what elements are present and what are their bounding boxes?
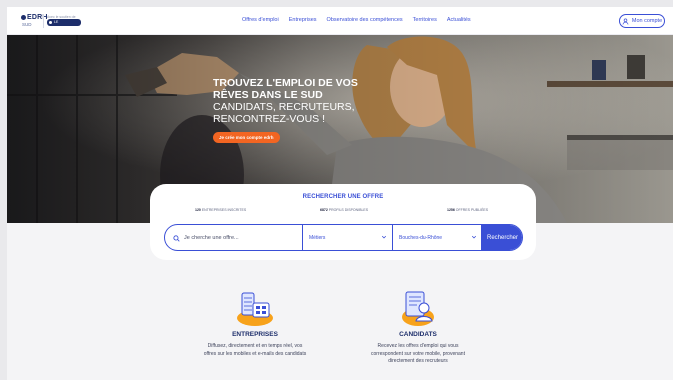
nav-item-territoires[interactable]: Territoires	[413, 17, 437, 23]
search-input[interactable]	[184, 234, 294, 241]
stat-label: OFFRES PUBLIÉES	[455, 208, 489, 212]
hero-subtitle-line1: CANDIDATS, RECRUTEURS,	[213, 101, 355, 113]
search-title: RECHERCHER UNE OFFRE	[302, 194, 384, 200]
stats-row: 120 ENTREPRISES INSCRITES 6872 PROFILS D…	[150, 208, 536, 214]
location-select[interactable]: Bouches-du-Rhône	[393, 225, 481, 250]
feature-desc-line: offres sur les mobiles et e-mails des ca…	[203, 350, 307, 357]
user-icon	[622, 18, 629, 25]
stat-label: ENTREPRISES INSCRITES	[201, 208, 247, 212]
nav-item-observatoire[interactable]: Observatoire des compétences	[327, 17, 403, 23]
nav-item-offres[interactable]: Offres d'emploi	[242, 17, 279, 23]
hero-text: TROUVEZ L'EMPLOI DE VOS RÊVES DANS LE SU…	[213, 77, 383, 144]
stat-profils: 6872 PROFILS DISPONIBLES	[320, 208, 368, 212]
logo-mark-icon	[21, 15, 26, 20]
chevron-down-icon	[381, 234, 387, 242]
stat-entreprises: 120 ENTREPRISES INSCRITES	[195, 208, 246, 212]
job-select[interactable]: Métiers	[303, 225, 392, 250]
hero-title-line2: RÊVES DANS LE SUD	[213, 89, 323, 101]
site-header: EDRH SUD Avec le soutien de LE DÉPARTEME…	[7, 7, 673, 35]
stat-offres: 1256 OFFRES PUBLIÉES	[447, 208, 488, 212]
feature-desc-line: directement des recruteurs	[388, 358, 448, 364]
feature-desc-line: correspondent sur votre mobile, provenan…	[371, 350, 465, 357]
query-field[interactable]	[165, 225, 302, 250]
account-label: Mon compte	[631, 18, 663, 24]
job-select-value: Métiers	[309, 234, 326, 241]
stat-count: 120	[195, 208, 201, 212]
feature-desc-line: Recevez les offres d'emploi qui vous	[377, 343, 459, 349]
chevron-down-icon	[471, 234, 477, 242]
buildings-icon	[180, 287, 330, 327]
search-bar: Métiers Bouches-du-Rhône Rechercher	[164, 224, 523, 251]
nav-item-entreprises[interactable]: Entreprises	[289, 17, 317, 23]
partner-badge: LE DÉPARTEMENT	[47, 19, 81, 31]
candidate-cv-icon	[343, 287, 493, 327]
create-account-button[interactable]: Je crée mon compte edrh	[213, 132, 280, 143]
stat-count: 1256	[447, 208, 455, 212]
browser-viewport: EDRH SUD Avec le soutien de LE DÉPARTEME…	[7, 7, 673, 380]
account-button[interactable]: Mon compte	[619, 14, 665, 28]
feature-description: Diffusez, directement et en temps réel, …	[180, 343, 330, 358]
search-icon	[173, 229, 180, 247]
stat-label: PROFILS DISPONIBLES	[328, 208, 369, 212]
search-card: RECHERCHER UNE OFFRE 120 ENTREPRISES INS…	[150, 184, 536, 260]
nav-item-actualites[interactable]: Actualités	[447, 17, 471, 23]
feature-candidats: CANDIDATS Recevez les offres d'emploi qu…	[343, 287, 493, 366]
feature-desc-line: Diffusez, directement et en temps réel, …	[207, 343, 303, 349]
feature-entreprises: ENTREPRISES Diffusez, directement et en …	[180, 287, 330, 358]
feature-title: CANDIDATS	[399, 331, 437, 338]
hero-subtitle-line2: RENCONTREZ-VOUS !	[213, 113, 326, 125]
search-submit-button[interactable]: Rechercher	[481, 225, 522, 250]
feature-title: ENTREPRISES	[232, 331, 278, 338]
hero-title-line1: TROUVEZ L'EMPLOI DE VOS	[213, 77, 358, 89]
location-select-value: Bouches-du-Rhône	[399, 234, 443, 241]
logo-name: EDRH	[27, 14, 48, 21]
partner-logo: Avec le soutien de LE DÉPARTEMENT	[47, 15, 81, 31]
main-nav: Offres d'emploi Entreprises Observatoire…	[242, 17, 471, 23]
logo-divider	[43, 14, 44, 28]
stat-count: 6872	[320, 208, 328, 212]
feature-description: Recevez les offres d'emploi qui vous cor…	[343, 343, 493, 366]
